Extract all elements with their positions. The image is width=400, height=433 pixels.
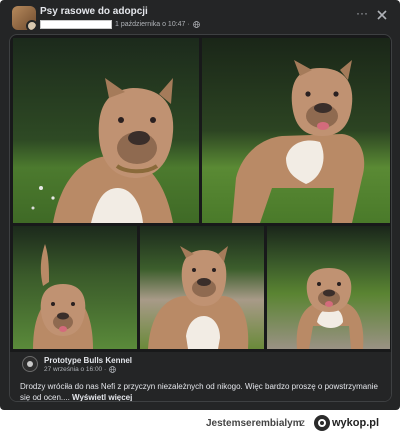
close-icon[interactable] (375, 8, 389, 22)
dog-photo-5[interactable] (267, 226, 390, 349)
page-avatar[interactable] (22, 356, 38, 372)
page-name[interactable]: Prototype Bulls Kennel (44, 356, 132, 365)
post-timestamp[interactable]: 1 października o 10:47 · (115, 21, 190, 28)
author-name-redacted (40, 20, 112, 29)
shared-post-attachment[interactable]: Prototype Bulls Kennel 27 września o 16:… (9, 34, 392, 402)
post-card: Psy rasowe do adopcji 1 października o 1… (0, 0, 400, 410)
watermark-separator: z (300, 417, 305, 429)
dog-photo-4[interactable] (140, 226, 264, 349)
watermark-user: Jestemserembialym (206, 417, 302, 429)
shared-post-timestamp[interactable]: 27 września o 16:00 · (44, 366, 106, 373)
see-more-link[interactable]: Wyświetl więcej (72, 393, 132, 401)
dog-photo-3[interactable] (13, 226, 137, 349)
globe-icon (109, 366, 117, 373)
globe-icon (192, 21, 200, 28)
dog-photo-2[interactable] (202, 38, 390, 223)
wykop-logo: wykop.pl (314, 413, 379, 433)
shared-post-body: Prototype Bulls Kennel 27 września o 16:… (10, 352, 391, 401)
shared-post-meta: 27 września o 16:00 · (44, 366, 117, 373)
group-name[interactable]: Psy rasowe do adopcji (40, 6, 148, 17)
author-avatar (26, 20, 36, 30)
post-meta: 1 października o 10:47 · (40, 19, 200, 30)
more-icon[interactable]: ··· (355, 7, 369, 22)
group-avatar[interactable] (12, 6, 36, 30)
wykop-logo-icon (314, 415, 330, 431)
wykop-site-name: wykop.pl (332, 417, 380, 429)
post-header: Psy rasowe do adopcji 1 października o 1… (0, 0, 400, 34)
shared-post-text: Drodzy wróciła do nas Nefi z przyczyn ni… (20, 381, 385, 401)
dog-photo-1[interactable] (13, 38, 199, 223)
